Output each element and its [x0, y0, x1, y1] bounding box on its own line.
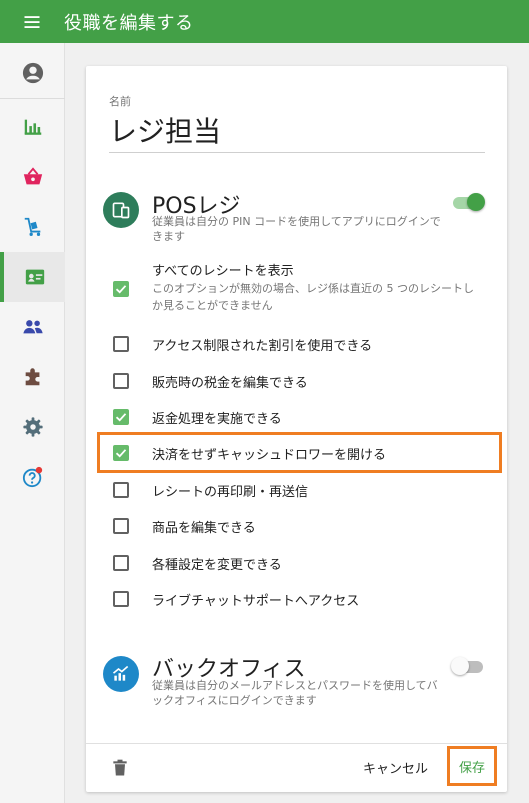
check-icon [115, 413, 127, 422]
sidebar-item-customers[interactable] [0, 302, 65, 352]
refunds-checkbox[interactable] [113, 409, 129, 425]
pos-toggle[interactable] [451, 192, 485, 212]
settings-gear-icon [22, 417, 43, 437]
restricted-discounts-label: アクセス制限された割引を使用できる [152, 339, 373, 354]
change-settings-label: 各種設定を変更できる [152, 558, 282, 573]
menu-button[interactable] [0, 0, 64, 43]
top-app-bar: 役職を編集する [0, 0, 529, 43]
sidebar-item-account[interactable] [0, 48, 65, 98]
save-button[interactable]: 保存 [447, 746, 497, 786]
change-settings-checkbox[interactable] [113, 555, 129, 571]
edit-taxes-checkbox[interactable] [113, 373, 129, 389]
refunds-label: 返金処理を実施できる [152, 412, 282, 427]
view-all-receipts-checkbox[interactable] [113, 281, 129, 297]
backoffice-section-desc: 従業員は自分のメールアドレスとパスワードを使用してバックオフィスにログインできま… [152, 679, 438, 707]
sidebar-item-reports[interactable] [0, 102, 65, 152]
account-circle-icon [22, 62, 43, 84]
basket-icon [23, 167, 42, 185]
pos-section-icon [103, 192, 139, 228]
restricted-discounts-checkbox[interactable] [113, 336, 129, 352]
help-icon [22, 466, 42, 488]
pos-devices-icon [112, 202, 130, 219]
delete-trash-icon[interactable] [110, 758, 130, 778]
hamburger-menu-icon [24, 15, 40, 28]
reprint-receipts-checkbox[interactable] [113, 482, 129, 498]
sidebar-item-sales[interactable] [0, 152, 65, 202]
sidebar-divider [0, 98, 65, 99]
role-edit-card: 名前 レジ担当 POSレジ 従業員は自分の PIN コードを使用してアプリにログ… [86, 66, 507, 792]
pos-toggle-knob [467, 193, 485, 211]
integrations-puzzle-icon [25, 368, 39, 386]
live-chat-checkbox[interactable] [113, 591, 129, 607]
backoffice-section-icon [103, 656, 139, 692]
highlight-cash-drawer-row [97, 432, 502, 473]
cancel-button[interactable]: キャンセル [363, 758, 428, 777]
backoffice-toggle-knob [451, 657, 469, 675]
footer-divider [86, 743, 507, 744]
name-field-underline [109, 152, 485, 153]
bar-chart-icon [24, 119, 41, 135]
sidebar-item-help[interactable] [0, 452, 65, 502]
view-all-receipts-label: すべてのレシートを表示 [152, 264, 294, 279]
pos-section-desc: 従業員は自分の PIN コードを使用してアプリにログインできます [152, 215, 441, 243]
sidebar-item-employees[interactable] [0, 252, 65, 302]
reprint-receipts-label: レシートの再印刷・再送信 [152, 485, 309, 500]
backoffice-toggle[interactable] [451, 656, 485, 676]
inventory-cart-icon [24, 217, 40, 236]
sidebar-item-inventory[interactable] [0, 202, 65, 252]
edit-taxes-label: 販売時の税金を編集できる [152, 376, 308, 391]
check-icon [115, 285, 127, 294]
customers-icon [22, 320, 43, 334]
name-field[interactable]: レジ担当 [109, 110, 221, 150]
name-field-label: 名前 [109, 95, 131, 108]
view-all-receipts-desc: このオプションが無効の場合、レジ係は直近の 5 つのレシートしか見ることができま… [152, 282, 474, 312]
sidebar [0, 43, 65, 803]
live-chat-label: ライブチャットサポートへアクセス [152, 594, 360, 609]
backoffice-chart-icon [112, 665, 129, 681]
edit-items-checkbox[interactable] [113, 518, 129, 534]
sidebar-item-integrations[interactable] [0, 352, 65, 402]
edit-items-label: 商品を編集できる [152, 521, 256, 536]
sidebar-item-settings[interactable] [0, 402, 65, 452]
page-title: 役職を編集する [64, 12, 194, 34]
employee-badge-icon [25, 269, 44, 285]
